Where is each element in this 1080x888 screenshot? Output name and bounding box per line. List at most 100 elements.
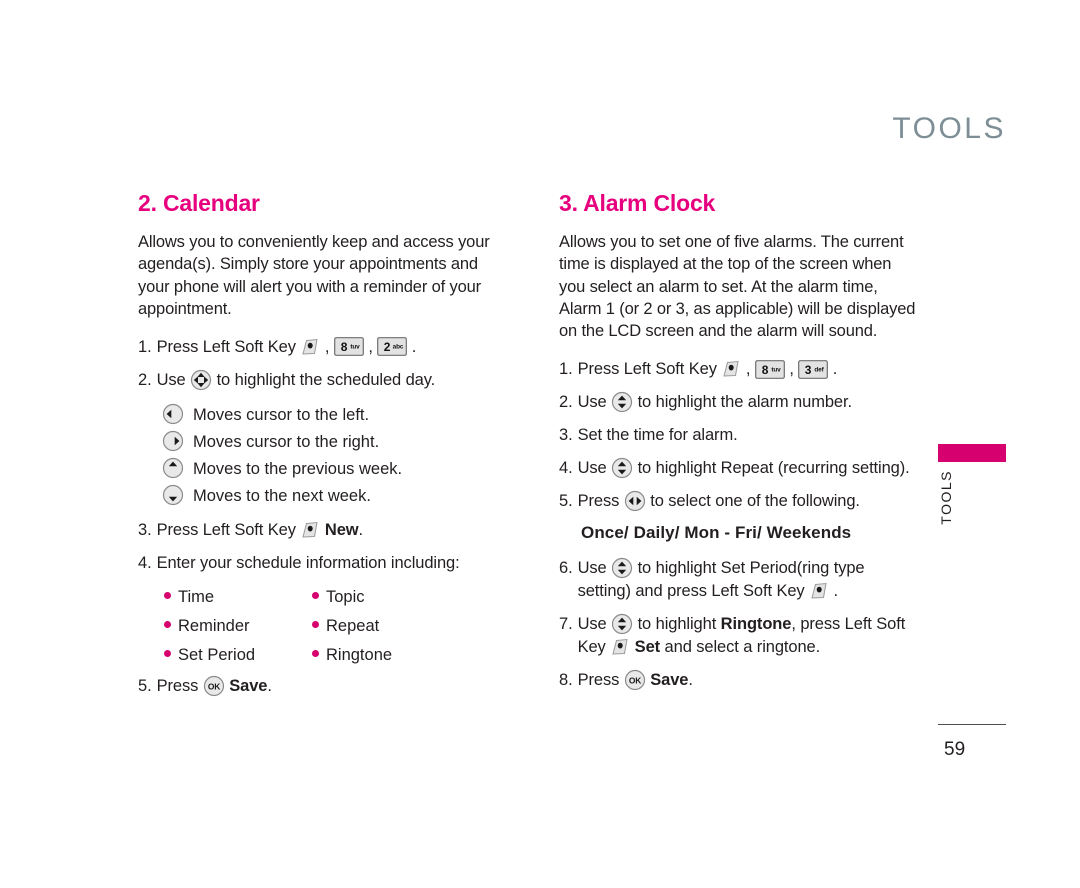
step-text: Use	[577, 615, 612, 634]
step-text: Use	[577, 559, 612, 578]
bullet-label: Set Period	[178, 646, 256, 665]
nav-key-label: Moves cursor to the left.	[193, 406, 370, 425]
step-text: ,	[784, 360, 799, 379]
numbered-step: 2. Use to highlight the scheduled day.	[138, 369, 497, 392]
numbered-step: 1. Press Left Soft Key , 8 tuv , 2 abc .	[138, 336, 497, 359]
footer-divider	[938, 724, 1006, 725]
keypad-key-8-icon: 8 tuv	[754, 359, 785, 379]
soft-key-icon	[610, 638, 630, 656]
bullet-dot-icon	[164, 592, 171, 600]
step-number: 2.	[559, 393, 573, 412]
step-text: .	[407, 338, 417, 357]
side-tab-label: TOOLS	[938, 470, 954, 525]
bullet-dot-icon	[312, 592, 319, 600]
bullet-label: Repeat	[326, 617, 380, 636]
bullet-dot-icon	[164, 621, 171, 629]
soft-key-icon	[300, 521, 320, 539]
bullet-label: Ringtone	[326, 646, 393, 665]
step-text: to highlight the scheduled day.	[212, 371, 436, 390]
nav-updown-icon	[611, 457, 633, 479]
bullet-dot-icon	[312, 650, 319, 658]
bullet-item: Repeat	[312, 614, 497, 638]
svg-text:OK: OK	[629, 676, 641, 686]
step-text: Press Left Soft Key	[156, 521, 301, 540]
step-number: 7.	[559, 615, 573, 634]
step-content: Use to highlight Repeat (recurring setti…	[578, 457, 918, 480]
step-text: Press Left Soft Key	[156, 338, 301, 357]
bullet-item: Reminder	[164, 614, 312, 638]
nav-key-row: Moves to the next week.	[162, 483, 497, 509]
svg-text:def: def	[815, 366, 825, 373]
step-text: to highlight Repeat (recurring setting).	[633, 459, 910, 478]
step-emphasis: Save	[229, 677, 268, 696]
nav-updown-icon	[611, 391, 633, 413]
calendar-step-3: 3. Press Left Soft Key New.	[138, 519, 497, 542]
content-columns: 2. Calendar Allows you to conveniently k…	[138, 190, 918, 708]
numbered-step: 4. Use to highlight Repeat (recurring set…	[559, 457, 918, 480]
ok-key-icon: OK	[624, 669, 646, 691]
step-content: Press Left Soft Key New.	[157, 519, 497, 542]
step-text: Press Left Soft Key	[577, 360, 722, 379]
step-text: .	[828, 360, 838, 379]
nav-down-icon	[162, 484, 184, 506]
ok-key-icon: OK	[203, 675, 225, 697]
step-text: Use	[156, 371, 191, 390]
calendar-step-5: 5. Press OK Save.	[138, 675, 497, 698]
bullet-item: Topic	[312, 585, 497, 609]
step-text: .	[267, 677, 272, 696]
numbered-step: 8. Press OK Save.	[559, 669, 918, 692]
bullet-label: Time	[178, 588, 215, 607]
step-number: 1.	[559, 360, 573, 379]
step-text: .	[829, 582, 839, 601]
step-number: 1.	[138, 338, 152, 357]
step-number: 2.	[138, 371, 152, 390]
page-footer: 59	[938, 724, 1010, 761]
nav-up-icon	[162, 457, 184, 479]
numbered-step: 3. Set the time for alarm.	[559, 424, 918, 447]
step-text: Press	[577, 671, 624, 690]
step-text: and select a ringtone.	[660, 638, 821, 657]
alarm-steps-6-8: 6. Use to highlight Set Period(ring type …	[559, 557, 918, 692]
numbered-step: 7. Use to highlight Ringtone, press Left …	[559, 613, 918, 659]
step-text: Press	[156, 677, 203, 696]
step-content: Press Left Soft Key , 8 tuv , 2 abc .	[157, 336, 497, 359]
section-title-alarm-clock: 3. Alarm Clock	[559, 190, 716, 216]
step-emphasis: Save	[650, 671, 689, 690]
step-text: .	[358, 521, 364, 540]
step-text: ,	[320, 338, 334, 357]
svg-text:8: 8	[762, 363, 769, 377]
soft-key-icon	[300, 338, 320, 356]
nav-key-row: Moves to the previous week.	[162, 456, 497, 482]
nav-updown-icon	[611, 613, 633, 635]
step-content: Press to select one of the following.	[578, 490, 918, 513]
step-text: to select one of the following.	[645, 492, 860, 511]
numbered-step: 6. Use to highlight Set Period(ring type …	[559, 557, 918, 603]
step-number: 8.	[559, 671, 573, 690]
step-text: Press	[577, 492, 624, 511]
step-text: to highlight	[633, 615, 721, 634]
nav-right-icon	[162, 430, 184, 452]
side-tab: TOOLS	[938, 444, 1006, 525]
keypad-key-3-icon: 3 def	[798, 359, 829, 379]
step-text: ,	[741, 360, 755, 379]
step-number: 5.	[138, 677, 152, 696]
step-number: 3.	[138, 521, 152, 540]
step-content: Press OK Save.	[578, 669, 918, 692]
svg-text:2: 2	[384, 340, 391, 354]
section-intro-alarm-clock: Allows you to set one of five alarms. Th…	[559, 233, 916, 341]
bullet-item: Set Period	[164, 643, 312, 667]
svg-text:tuv: tuv	[771, 366, 781, 373]
nav-key-row: Moves cursor to the right.	[162, 429, 497, 455]
bullet-item: Ringtone	[312, 643, 497, 667]
step-content: Use to highlight the scheduled day.	[157, 369, 497, 392]
step-text: Use	[577, 459, 612, 478]
step-content: Press Left Soft Key , 8 tuv , 3 def .	[578, 358, 918, 381]
bullet-dot-icon	[312, 621, 319, 629]
step-text: Set the time for alarm.	[577, 426, 738, 445]
numbered-step: 1. Press Left Soft Key , 8 tuv , 3 def .	[559, 358, 918, 381]
keypad-key-2-icon: 2 abc	[377, 337, 408, 357]
step-content: Use to highlight Ringtone, press Left So…	[578, 613, 918, 659]
page-title: TOOLS	[892, 112, 1006, 145]
step-text: ,	[363, 338, 378, 357]
nav-key-label: Moves to the previous week.	[193, 460, 403, 479]
